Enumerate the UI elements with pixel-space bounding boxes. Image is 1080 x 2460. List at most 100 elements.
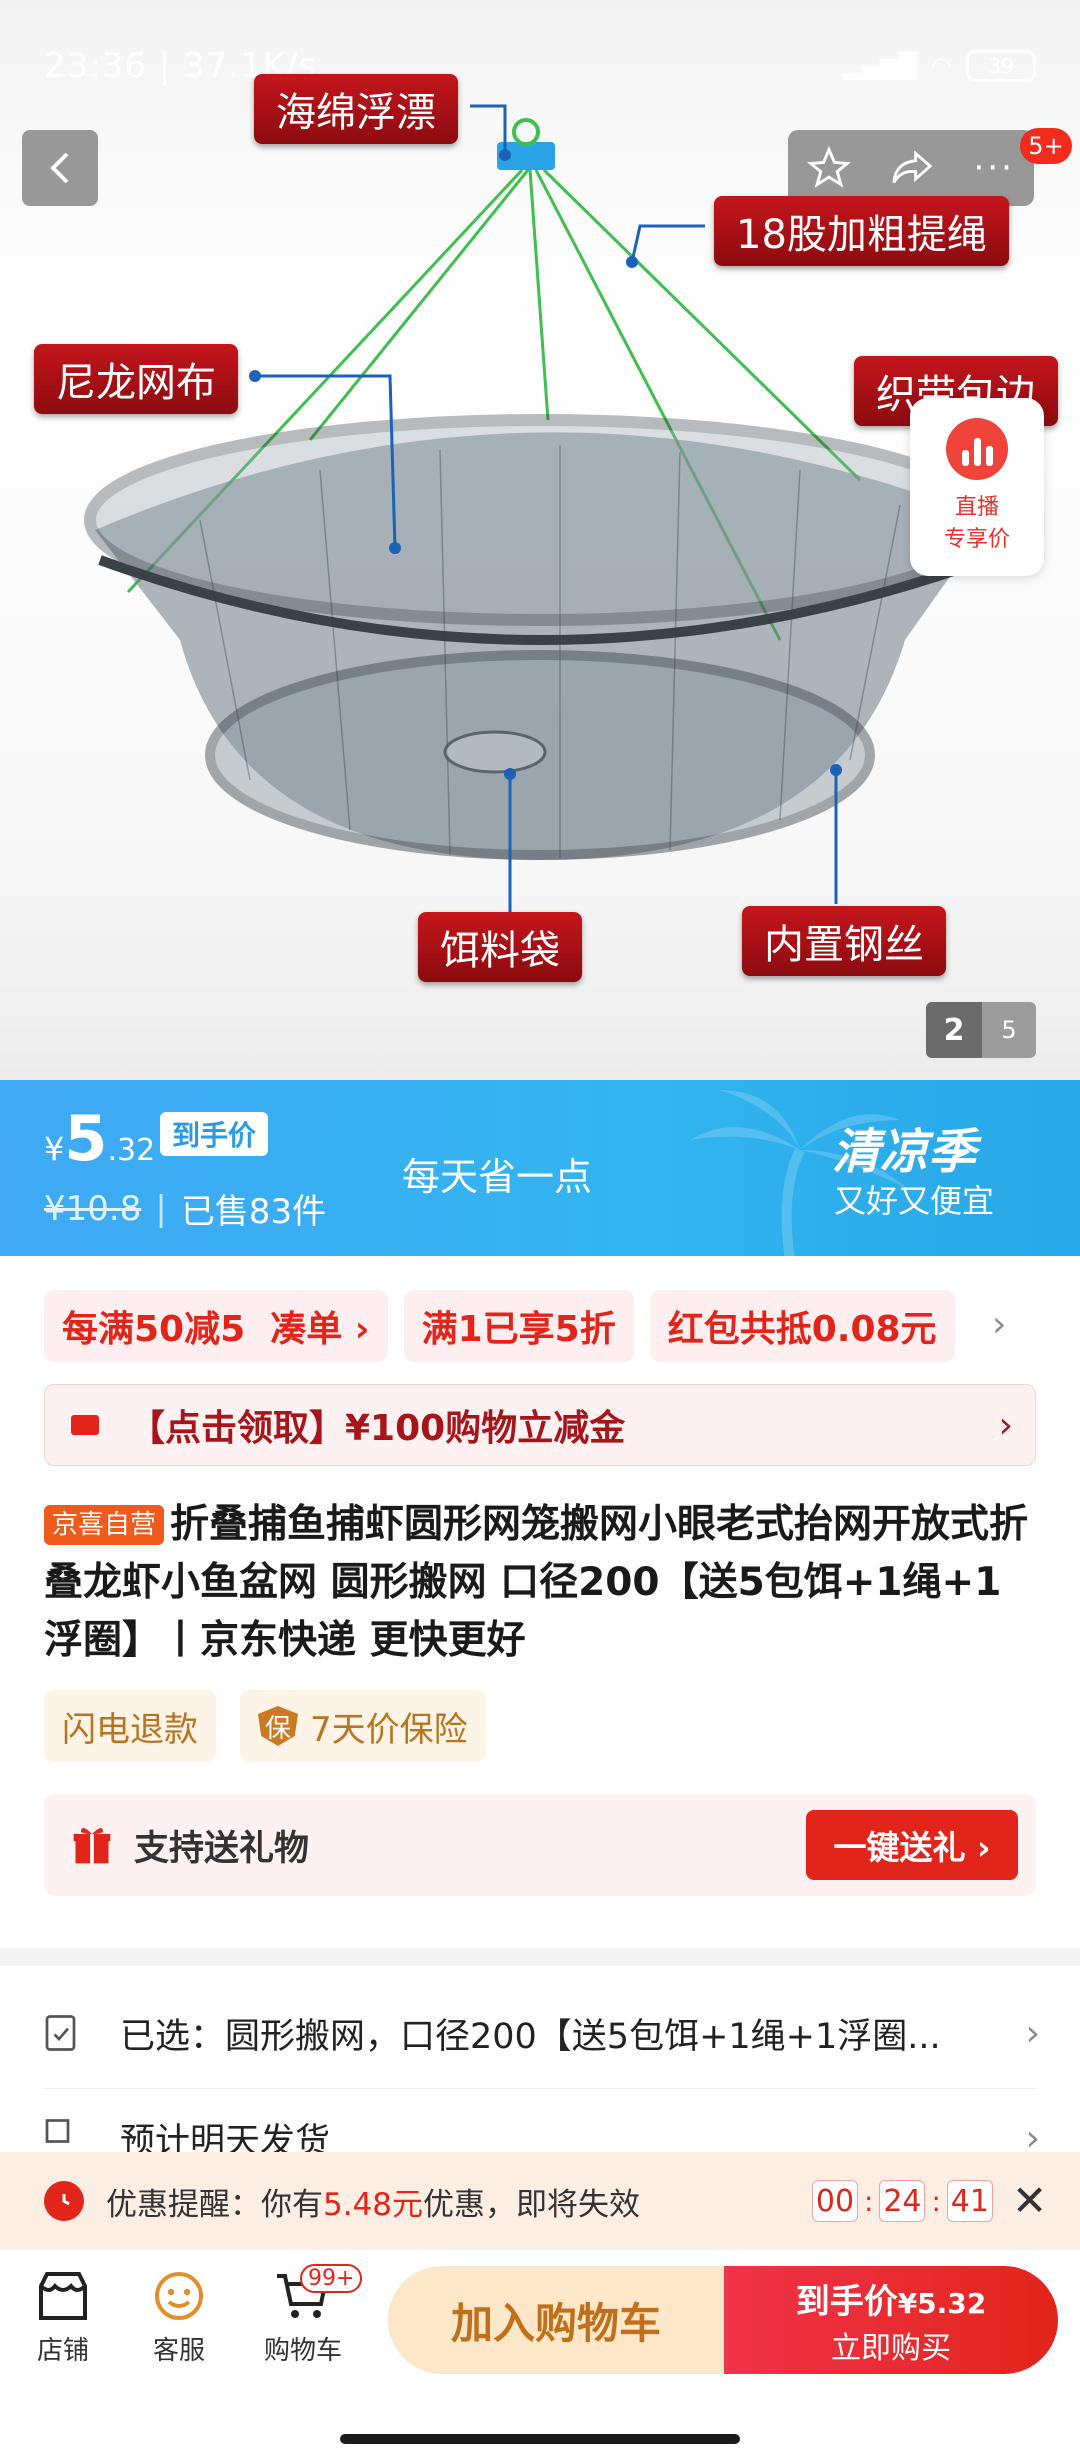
customer-service-tab[interactable]: 客服 xyxy=(124,2270,234,2367)
live-sublabel: 专享价 xyxy=(943,527,1010,552)
currency-symbol: ¥ xyxy=(44,1130,65,1168)
promo-subtitle: 又好又便宜 xyxy=(834,1182,995,1220)
battery-icon: 39 xyxy=(966,50,1036,82)
live-icon xyxy=(946,418,1008,480)
chevron-left-icon xyxy=(50,152,69,184)
send-gift-button[interactable]: 一键送礼 › xyxy=(806,1810,1018,1880)
live-label: 直播 xyxy=(954,495,999,520)
price-decimal: .32 xyxy=(107,1133,156,1168)
promo-action: 凑单 › xyxy=(270,1309,370,1350)
image-page-indicator: 2 5 xyxy=(926,1002,1036,1058)
message-badge: 5+ xyxy=(1020,128,1072,164)
buy-price: ¥5.32 xyxy=(897,2286,987,2320)
status-bar-icons: ▂▄▆█ ◠ 39 xyxy=(843,50,1036,82)
back-button[interactable] xyxy=(22,130,98,206)
reminder-suffix: 优惠，即将失效 xyxy=(423,2186,641,2223)
countdown-minutes: 24 xyxy=(879,2180,926,2222)
coupon-icon xyxy=(71,1415,99,1435)
buy-price-label: 到手价 xyxy=(795,2281,898,2322)
coupon-banner[interactable]: 【点击领取】¥100购物立减金 › xyxy=(44,1384,1036,1466)
store-icon xyxy=(39,2272,87,2320)
promo-chip-redpacket[interactable]: 红包共抵0.08元 xyxy=(649,1290,955,1362)
label-float: 海绵浮漂 xyxy=(254,74,458,144)
more-icon[interactable]: ··· xyxy=(973,148,1014,188)
store-label: 店铺 xyxy=(36,2336,89,2366)
original-price: ¥10.8 xyxy=(44,1188,142,1229)
add-to-cart-button[interactable]: 加入购物车 xyxy=(388,2266,724,2374)
service-text: 闪电退款 xyxy=(62,1709,198,1750)
sold-count: 已售83件 xyxy=(180,1192,327,1232)
buy-price-line: 到手价¥5.32 xyxy=(796,2274,987,2323)
price-meta: ¥10.8 | 已售83件 xyxy=(44,1184,326,1233)
divider: | xyxy=(155,1188,167,1229)
page-total: 5 xyxy=(982,1002,1036,1058)
gift-icon xyxy=(73,1828,111,1864)
section-divider xyxy=(0,1948,1080,1966)
label-nylon: 尼龙网布 xyxy=(34,344,238,414)
badge-count: 5+ xyxy=(1028,132,1064,160)
chevron-right-icon: › xyxy=(1025,2118,1040,2152)
star-icon[interactable] xyxy=(807,146,852,190)
page-current: 2 xyxy=(926,1002,982,1058)
countdown-seconds: 41 xyxy=(946,2180,993,2222)
promo-chip-discount[interactable]: 每满50减5 凑单 › xyxy=(44,1290,388,1362)
banner-slogan: 每天省一点 xyxy=(402,1155,593,1199)
buy-now-button[interactable]: 到手价¥5.32 立即购买 xyxy=(724,2266,1058,2374)
selected-spec-text: 已选：圆形搬网，口径200【送5包饵+1绳+1浮圈... xyxy=(120,2016,941,2057)
reminder-prefix: 优惠提醒：你有 xyxy=(106,2186,323,2223)
shipping-icon xyxy=(45,2119,70,2143)
reminder-amount: 5.48元 xyxy=(323,2186,424,2223)
row-divider xyxy=(44,2088,1036,2089)
promo-text: 满1已享5折 xyxy=(421,1309,616,1350)
spec-icon xyxy=(45,2015,76,2051)
cart-tab[interactable]: 购物车 99+ xyxy=(248,2264,363,2367)
product-title: 京喜自营 折叠捕鱼捕虾圆形网笼搬网小眼老式抬网开放式折叠龙虾小鱼盆网 圆形搬网 口… xyxy=(44,1496,1040,1670)
top-action-group: ··· xyxy=(788,130,1034,206)
close-icon[interactable]: ✕ xyxy=(1012,2176,1047,2225)
self-operated-badge: 京喜自营 xyxy=(44,1505,165,1545)
store-tab[interactable]: 店铺 xyxy=(8,2270,118,2367)
gift-label: 支持送礼物 xyxy=(134,1828,310,1869)
promo-chip-half-off[interactable]: 满1已享5折 xyxy=(403,1290,634,1362)
countdown-timer: 00: 24: 41 xyxy=(812,2180,993,2222)
selected-spec-row[interactable]: 已选：圆形搬网，口径200【送5包饵+1绳+1浮圈... › xyxy=(0,1978,1080,2088)
share-icon[interactable] xyxy=(889,148,935,188)
customer-service-icon xyxy=(155,2272,203,2320)
shipping-text: 预计明天发货 xyxy=(120,2121,331,2153)
product-image-carousel[interactable]: 23:36 | 37.1K/s ▂▄▆█ ◠ 39 ··· 5+ 海绵浮漂 18… xyxy=(0,0,1080,1080)
buy-now-label: 立即购买 xyxy=(831,2330,951,2366)
shield-icon: 保 xyxy=(258,1706,298,1746)
home-indicator xyxy=(340,2434,740,2444)
label-rope: 18股加粗提绳 xyxy=(714,196,1009,266)
chevron-right-icon[interactable]: › xyxy=(992,1304,1006,1345)
reminder-text: 优惠提醒：你有5.48元优惠，即将失效 xyxy=(106,2179,640,2224)
clock: 23:36 xyxy=(44,46,147,86)
cart-badge: 99+ xyxy=(300,2264,363,2293)
live-price-button[interactable]: 直播 专享价 xyxy=(910,398,1044,576)
battery-level: 39 xyxy=(988,54,1014,78)
final-price-tag: 到手价 xyxy=(160,1112,269,1156)
gift-section: 支持送礼物 一键送礼 › xyxy=(44,1794,1036,1896)
cart-label: 购物车 xyxy=(263,2336,342,2366)
bottom-action-bar: 店铺 客服 购物车 99+ 加入购物车 到手价¥5.32 立即购买 xyxy=(0,2250,1080,2460)
promo-text: 每满50减5 xyxy=(62,1309,246,1350)
label-wire: 内置钢丝 xyxy=(742,906,946,976)
signal-icon: ▂▄▆█ xyxy=(843,52,918,80)
wifi-icon: ◠ xyxy=(931,52,952,80)
coupon-text: 【点击领取】¥100购物立减金 xyxy=(129,1408,626,1449)
flash-refund-tag[interactable]: 闪电退款 xyxy=(44,1690,216,1762)
price-protection-tag[interactable]: 保 7天价保险 xyxy=(240,1690,486,1762)
product-title-text: 折叠捕鱼捕虾圆形网笼搬网小眼老式抬网开放式折叠龙虾小鱼盆网 圆形搬网 口径200… xyxy=(44,1502,1029,1663)
promo-text: 红包共抵0.08元 xyxy=(667,1309,937,1350)
shipping-row[interactable]: 预计明天发货 › xyxy=(0,2110,1080,2152)
service-label: 客服 xyxy=(152,2336,205,2366)
current-price: ¥ 5 .32 xyxy=(44,1102,155,1175)
price-banner: ¥ 5 .32 到手价 ¥10.8 | 已售83件 每天省一点 清凉季 又好又便… xyxy=(0,1080,1080,1256)
promo-title: 清凉季 xyxy=(832,1124,977,1180)
countdown-hours: 00 xyxy=(812,2180,858,2222)
discount-reminder: 优惠提醒：你有5.48元优惠，即将失效 00: 24: 41 ✕ xyxy=(0,2152,1080,2250)
price-integer: 5 xyxy=(64,1102,108,1175)
chevron-right-icon: › xyxy=(1025,2012,1040,2054)
service-text: 7天价保险 xyxy=(310,1709,468,1750)
chevron-right-icon: › xyxy=(998,1404,1013,1446)
